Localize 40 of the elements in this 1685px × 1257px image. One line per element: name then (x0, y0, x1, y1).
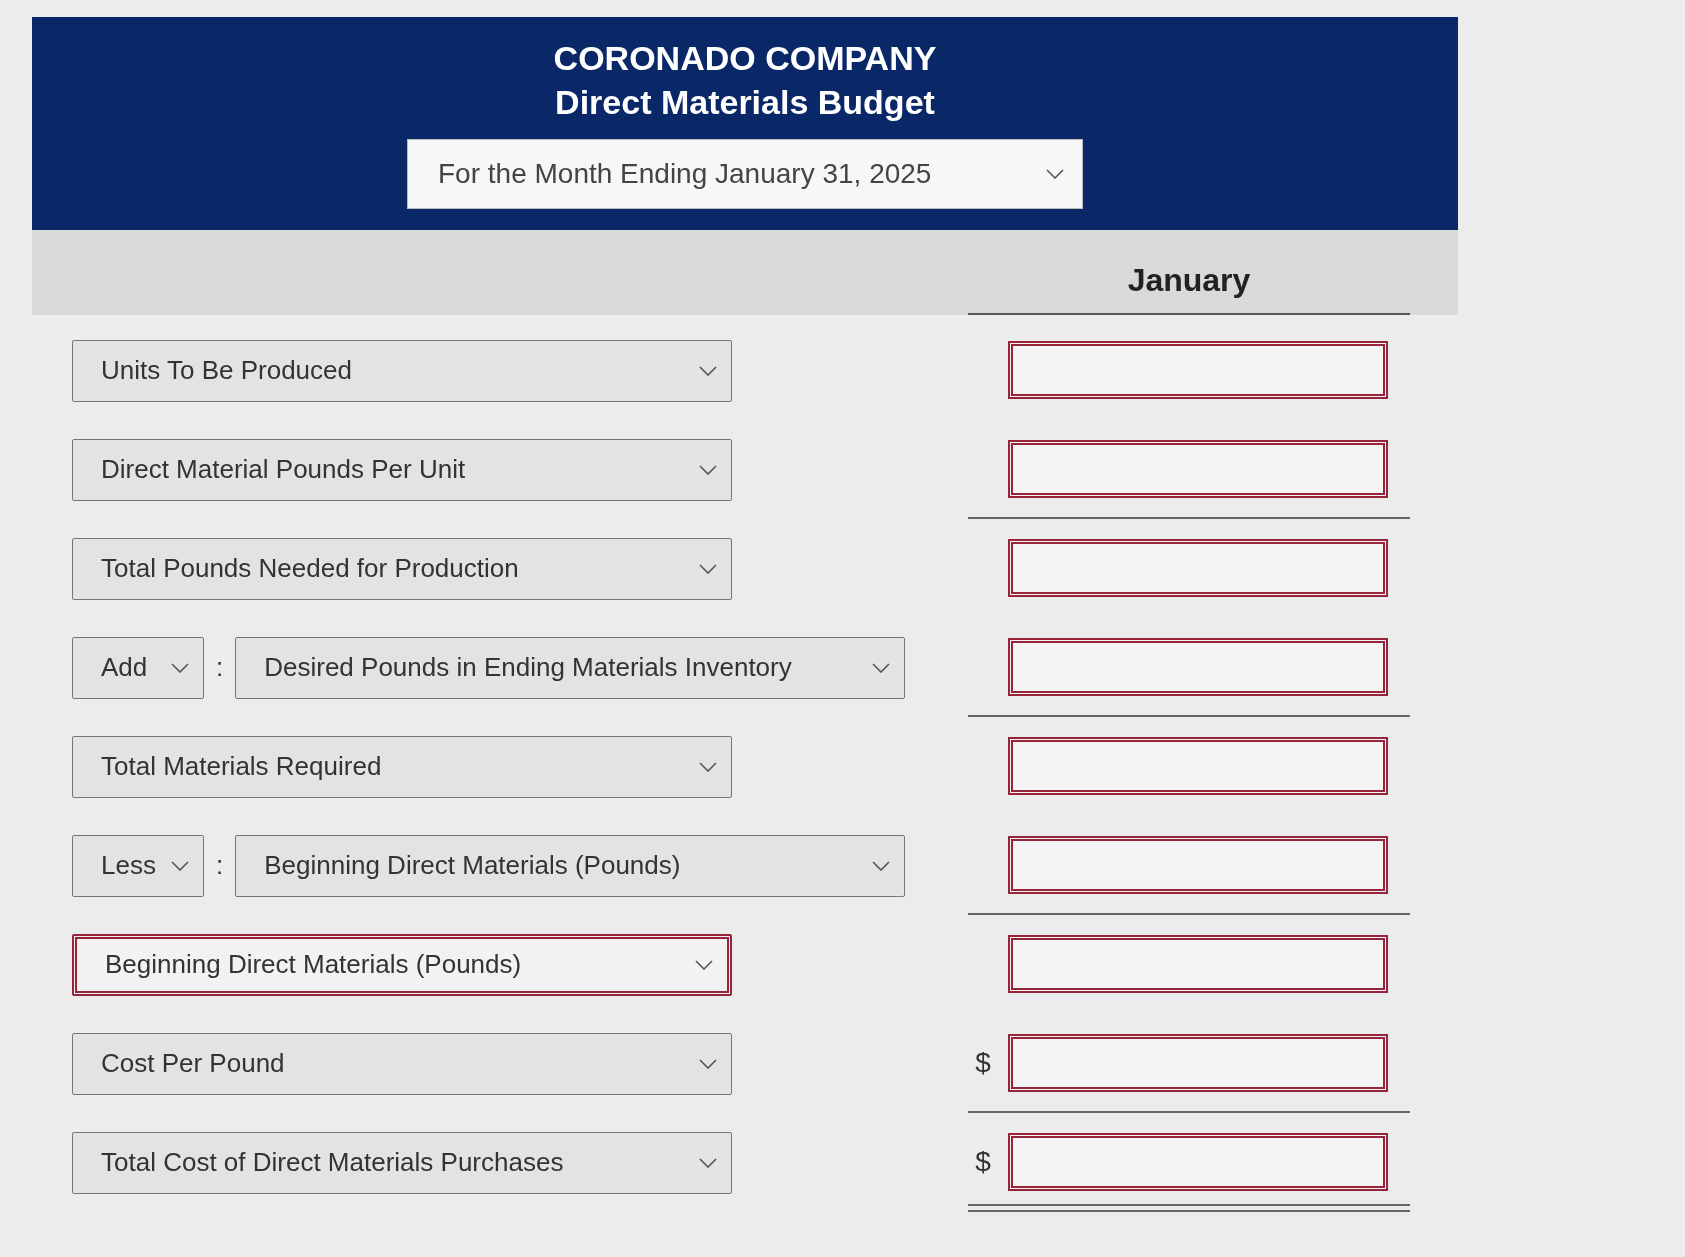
line-item-dropdown[interactable]: Cost Per Pound (72, 1032, 732, 1095)
chevron-down-icon (699, 1058, 717, 1069)
budget-title: Direct Materials Budget (555, 82, 935, 123)
colon-separator: : (216, 850, 224, 881)
colon-separator: : (216, 652, 224, 683)
line-item-dropdown[interactable]: Total Pounds Needed for Production (72, 537, 732, 600)
operator-dropdown[interactable]: Add (72, 636, 204, 699)
operator-dropdown[interactable]: Less (72, 834, 204, 897)
period-dropdown[interactable]: For the Month Ending January 31, 2025 (407, 139, 1083, 209)
chevron-down-icon (699, 563, 717, 574)
chevron-down-icon (1046, 169, 1064, 179)
chevron-down-icon (695, 959, 713, 970)
amount-input[interactable] (1008, 736, 1388, 795)
amount-input[interactable] (1008, 835, 1388, 894)
chevron-down-icon (699, 1157, 717, 1168)
amount-input[interactable] (1008, 637, 1388, 696)
chevron-down-icon (699, 464, 717, 475)
amount-input[interactable] (1008, 340, 1388, 399)
company-name: CORONADO COMPANY (553, 38, 937, 79)
currency-symbol: $ (974, 1145, 992, 1178)
chevron-down-icon (171, 860, 189, 871)
amount-input[interactable] (1008, 934, 1388, 993)
month-header: January (1127, 262, 1251, 299)
line-item-dropdown[interactable]: Total Cost of Direct Materials Purchases (72, 1131, 732, 1194)
chevron-down-icon (171, 662, 189, 673)
chevron-down-icon (872, 662, 891, 673)
chevron-down-icon (699, 365, 717, 376)
line-item-dropdown[interactable]: Direct Material Pounds Per Unit (72, 438, 732, 501)
amount-input[interactable] (1008, 1132, 1388, 1191)
currency-symbol: $ (974, 1046, 992, 1079)
chevron-down-icon (872, 860, 891, 871)
line-item-dropdown[interactable]: Desired Pounds in Ending Materials Inventory (235, 636, 906, 699)
line-item-dropdown[interactable]: Total Materials Required (72, 735, 732, 798)
line-item-dropdown[interactable]: Beginning Direct Materials (Pounds) (72, 933, 732, 996)
amount-input[interactable] (1008, 1033, 1388, 1092)
line-item-dropdown[interactable]: Units To Be Produced (72, 339, 732, 402)
amount-input[interactable] (1008, 439, 1388, 498)
amount-input[interactable] (1008, 538, 1388, 597)
chevron-down-icon (699, 761, 717, 772)
line-item-dropdown[interactable]: Beginning Direct Materials (Pounds) (235, 834, 906, 897)
